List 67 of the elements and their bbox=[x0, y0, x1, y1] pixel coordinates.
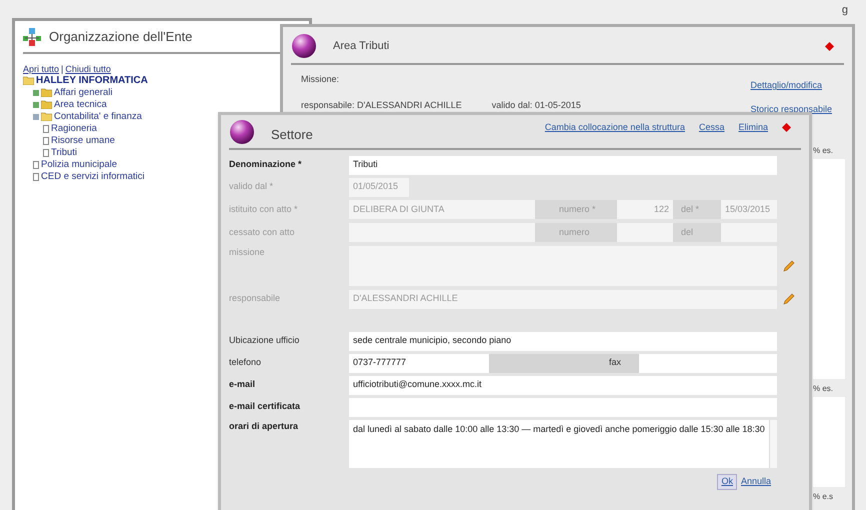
area-link[interactable]: Dettaglio/modifica bbox=[750, 79, 832, 92]
input-field[interactable] bbox=[349, 398, 777, 416]
folder-icon bbox=[41, 88, 52, 97]
field-label: fax bbox=[489, 354, 639, 372]
scrollbar[interactable] bbox=[769, 420, 777, 468]
collapse-icon[interactable] bbox=[33, 114, 39, 120]
field-label: telefono bbox=[229, 356, 262, 370]
input-field[interactable]: sede centrale municipio, secondo piano bbox=[349, 332, 777, 350]
sphere-icon bbox=[291, 33, 317, 59]
sector-link[interactable]: Elimina bbox=[738, 121, 768, 134]
window-title: Area Tributi bbox=[333, 38, 390, 54]
field-label: del * bbox=[673, 200, 721, 219]
column-header: % e.s bbox=[813, 491, 834, 503]
tree-item[interactable]: Risorse umane bbox=[51, 134, 115, 146]
field-label: e-mail bbox=[229, 378, 256, 392]
window-title: Settore bbox=[271, 126, 314, 144]
expand-all-link[interactable]: Apri tutto bbox=[23, 64, 60, 74]
close-icon[interactable] bbox=[825, 42, 834, 50]
field-label: Denominazione * bbox=[229, 158, 303, 172]
expand-icon[interactable] bbox=[33, 102, 39, 108]
sector-link[interactable]: Cessa bbox=[698, 121, 724, 134]
input-field[interactable]: ufficiotributi@comune.xxxx.mc.it bbox=[349, 376, 777, 394]
mission-label: Missione: bbox=[301, 73, 340, 86]
fax-field[interactable] bbox=[639, 354, 777, 372]
field-label: istituito con atto * bbox=[229, 202, 299, 216]
tree-item[interactable]: Tributi bbox=[51, 146, 78, 158]
valid-from-text: valido dal: 01-05-2015 bbox=[492, 98, 581, 112]
window-title: Organizzazione dell'Ente bbox=[49, 28, 192, 46]
tree-item[interactable]: Area tecnica bbox=[54, 98, 107, 110]
expand-icon[interactable] bbox=[33, 90, 39, 96]
sector-link[interactable]: Cambia collocazione nella struttura bbox=[544, 121, 685, 134]
manager-text: responsabile: D'ALESSANDRI ACHILLE bbox=[301, 98, 462, 112]
field-label: e-mail certificata bbox=[229, 400, 302, 414]
hierarchy-icon bbox=[23, 28, 41, 46]
tree-item[interactable]: Affari generali bbox=[54, 86, 112, 98]
corner-text: g bbox=[842, 3, 848, 18]
field-label: valido dal * bbox=[229, 180, 274, 194]
ok-button[interactable]: Ok bbox=[717, 474, 737, 490]
text-area[interactable]: dal lunedì al sabato dalle 10:00 alle 13:30 — martedì e giovedì anche pomeriggio dalle 15:30 alle 18:30 bbox=[349, 420, 777, 468]
tree-item[interactable]: CED e servizi informatici bbox=[41, 170, 144, 182]
input-field[interactable]: 0737-777777 bbox=[349, 354, 489, 372]
tree-item[interactable]: HALLEY INFORMATICA bbox=[36, 74, 148, 86]
field-label: orari di apertura bbox=[229, 420, 300, 433]
field-label: cessato con atto bbox=[229, 226, 296, 239]
date-field[interactable] bbox=[721, 223, 777, 242]
input-field[interactable]: Tributi bbox=[349, 156, 777, 174]
column-header: % es. bbox=[813, 145, 834, 157]
column-header: % es. bbox=[813, 383, 834, 395]
field-label: Ubicazione ufficio bbox=[229, 334, 300, 348]
collapse-all-link[interactable]: Chiudi tutto bbox=[65, 64, 111, 74]
folder-icon bbox=[41, 112, 52, 121]
field-label: numero bbox=[535, 223, 617, 242]
sphere-icon bbox=[229, 119, 255, 145]
field-label: missione bbox=[229, 246, 266, 259]
area-link[interactable]: Storico responsabile bbox=[750, 102, 832, 116]
close-icon[interactable] bbox=[782, 123, 791, 132]
field-label: del bbox=[673, 223, 721, 242]
tree-item[interactable]: Ragioneria bbox=[51, 122, 97, 134]
cancel-link[interactable]: Annulla bbox=[740, 475, 771, 488]
tree-item[interactable]: Polizia municipale bbox=[41, 158, 118, 170]
field-label: responsabile bbox=[229, 292, 282, 306]
folder-icon bbox=[41, 100, 52, 109]
tree-item[interactable]: Contabilita' e finanza bbox=[54, 110, 142, 122]
link-separator: | bbox=[61, 64, 64, 74]
field-label: numero * bbox=[535, 200, 617, 219]
number-field[interactable] bbox=[617, 223, 673, 242]
input-field[interactable] bbox=[349, 223, 535, 242]
